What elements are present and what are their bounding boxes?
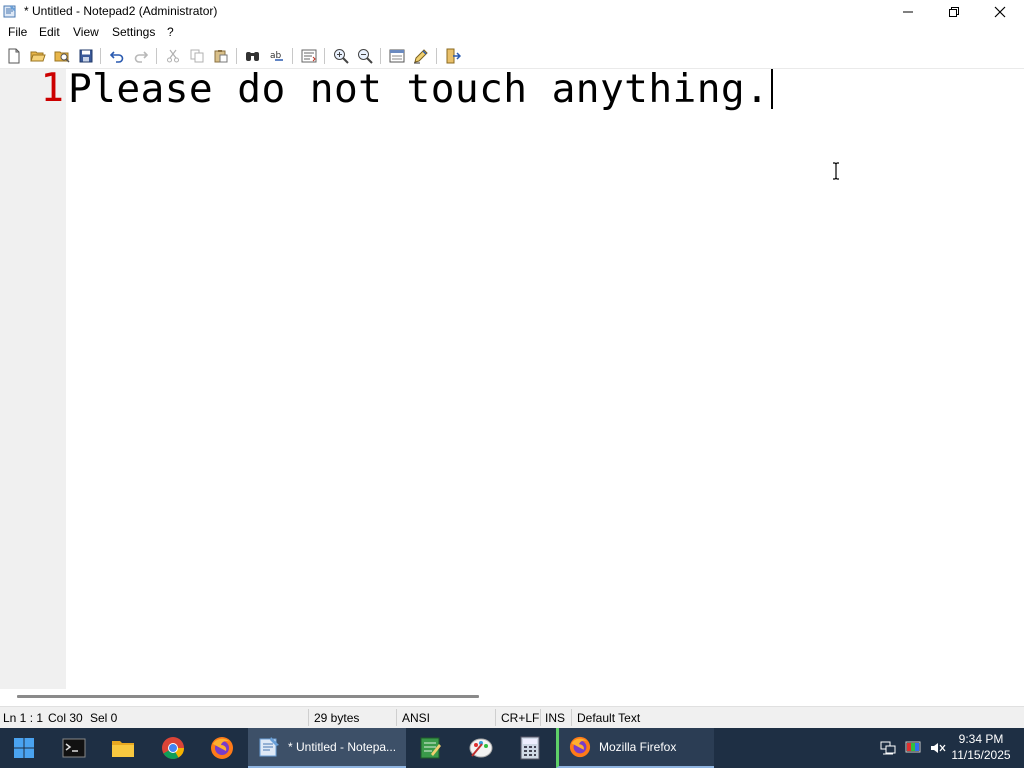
minimize-button[interactable] bbox=[885, 0, 931, 23]
restore-icon bbox=[949, 6, 959, 17]
close-icon bbox=[994, 6, 1006, 17]
firefox-icon bbox=[569, 736, 591, 758]
undo-icon bbox=[110, 51, 124, 63]
copy-icon bbox=[190, 49, 204, 63]
replace-button[interactable]: ab bbox=[267, 46, 287, 66]
open-button[interactable] bbox=[28, 46, 48, 66]
start-button[interactable] bbox=[0, 728, 48, 768]
notepad-app-icon[interactable] bbox=[3, 4, 17, 18]
taskbar-firefox-task[interactable]: Mozilla Firefox bbox=[556, 728, 714, 768]
cut-icon bbox=[167, 49, 179, 63]
taskbar-editor-app[interactable] bbox=[407, 728, 455, 768]
tray-display[interactable] bbox=[904, 739, 922, 757]
notepad-task-label: * Untitled - Notepa... bbox=[288, 740, 397, 754]
line-number: 1 bbox=[40, 66, 64, 111]
taskbar-calculator[interactable] bbox=[506, 728, 554, 768]
close-button[interactable] bbox=[977, 0, 1023, 23]
cut-button[interactable] bbox=[163, 46, 183, 66]
menu-edit[interactable]: Edit bbox=[38, 25, 61, 39]
display-color-icon bbox=[905, 741, 921, 753]
menu-bar: File Edit View Settings ? bbox=[0, 23, 1024, 42]
new-icon bbox=[8, 48, 20, 64]
minimize-icon bbox=[903, 11, 913, 12]
taskbar: * Untitled - Notepa... Mozilla Firefox 9… bbox=[0, 728, 1024, 768]
status-selection: Sel 0 bbox=[90, 711, 118, 725]
zoom-in-icon bbox=[334, 49, 349, 64]
menu-view[interactable]: View bbox=[72, 25, 100, 39]
document-edit-icon bbox=[420, 737, 441, 759]
open-icon bbox=[30, 51, 46, 62]
save-icon bbox=[79, 49, 93, 63]
status-bar: Ln 1 : 1 Col 30 Sel 0 29 bytes ANSI CR+L… bbox=[0, 706, 1024, 728]
clock-date: 11/15/2025 bbox=[951, 748, 1011, 762]
scrollbar-thumb[interactable] bbox=[17, 695, 479, 698]
paste-button[interactable] bbox=[211, 46, 231, 66]
exit-icon bbox=[446, 48, 461, 64]
save-button[interactable] bbox=[76, 46, 96, 66]
taskbar-notepad2-task[interactable]: * Untitled - Notepa... bbox=[248, 728, 406, 768]
status-position: Ln 1 : 1 bbox=[3, 711, 44, 725]
menu-settings[interactable]: Settings bbox=[111, 25, 156, 39]
notepad2-icon bbox=[259, 737, 279, 757]
taskbar-firefox[interactable] bbox=[198, 728, 246, 768]
taskbar-file-explorer[interactable] bbox=[99, 728, 147, 768]
status-size: 29 bytes bbox=[314, 711, 360, 725]
menu-file[interactable]: File bbox=[7, 25, 28, 39]
customize-icon bbox=[414, 49, 428, 64]
zoom-out-button[interactable] bbox=[355, 46, 375, 66]
find-icon bbox=[246, 52, 259, 61]
window-title: * Untitled - Notepad2 (Administrator) bbox=[24, 4, 218, 18]
network-icon bbox=[880, 741, 896, 755]
browse-icon bbox=[54, 51, 70, 63]
text-line[interactable]: Please do not touch anything. bbox=[68, 66, 774, 112]
copy-button[interactable] bbox=[187, 46, 207, 66]
status-scheme[interactable]: Default Text bbox=[577, 711, 640, 725]
terminal-icon bbox=[62, 738, 86, 758]
taskbar-terminal[interactable] bbox=[50, 728, 98, 768]
ibeam-cursor-icon bbox=[833, 162, 839, 180]
paste-icon bbox=[214, 50, 228, 63]
windows-logo-icon bbox=[14, 738, 34, 758]
redo-button[interactable] bbox=[131, 46, 151, 66]
taskbar-clock[interactable]: 9:34 PM 11/15/2025 bbox=[944, 731, 1018, 763]
editor[interactable]: 1 Please do not touch anything. bbox=[0, 69, 1024, 689]
line-number-gutter: 1 bbox=[0, 69, 66, 689]
exit-button[interactable] bbox=[443, 46, 463, 66]
clock-time: 9:34 PM bbox=[958, 732, 1004, 746]
find-button[interactable] bbox=[243, 46, 263, 66]
horizontal-scrollbar[interactable] bbox=[0, 689, 1024, 706]
status-column: Col 30 bbox=[48, 711, 83, 725]
text-caret bbox=[771, 69, 774, 109]
taskbar-chrome[interactable] bbox=[149, 728, 197, 768]
chrome-icon bbox=[162, 737, 184, 759]
browse-button[interactable] bbox=[52, 46, 72, 66]
word-wrap-button[interactable] bbox=[299, 46, 319, 66]
text-area[interactable]: Please do not touch anything. bbox=[68, 69, 1018, 689]
title-bar: * Untitled - Notepad2 (Administrator) bbox=[0, 0, 1024, 23]
taskbar-paint-app[interactable] bbox=[457, 728, 505, 768]
new-button[interactable] bbox=[4, 46, 24, 66]
calculator-icon bbox=[520, 736, 540, 760]
firefox-task-label: Mozilla Firefox bbox=[599, 740, 677, 754]
status-line-endings[interactable]: CR+LF bbox=[501, 711, 539, 725]
folder-icon bbox=[112, 741, 134, 757]
line-text: Please do not touch anything. bbox=[68, 66, 770, 112]
scheme-button[interactable] bbox=[387, 46, 407, 66]
zoom-in-button[interactable] bbox=[331, 46, 351, 66]
menu-help[interactable]: ? bbox=[166, 25, 175, 39]
zoom-out-icon bbox=[358, 49, 373, 64]
customize-button[interactable] bbox=[411, 46, 431, 66]
restore-button[interactable] bbox=[931, 0, 977, 23]
undo-button[interactable] bbox=[107, 46, 127, 66]
redo-icon bbox=[134, 51, 148, 63]
word-wrap-icon bbox=[301, 49, 317, 63]
tray-network[interactable] bbox=[879, 739, 897, 757]
scheme-icon bbox=[389, 49, 405, 63]
status-insert-mode[interactable]: INS bbox=[545, 711, 565, 725]
palette-icon bbox=[469, 738, 493, 758]
status-encoding[interactable]: ANSI bbox=[402, 711, 430, 725]
replace-icon: ab bbox=[270, 51, 283, 61]
firefox-icon bbox=[211, 737, 233, 759]
